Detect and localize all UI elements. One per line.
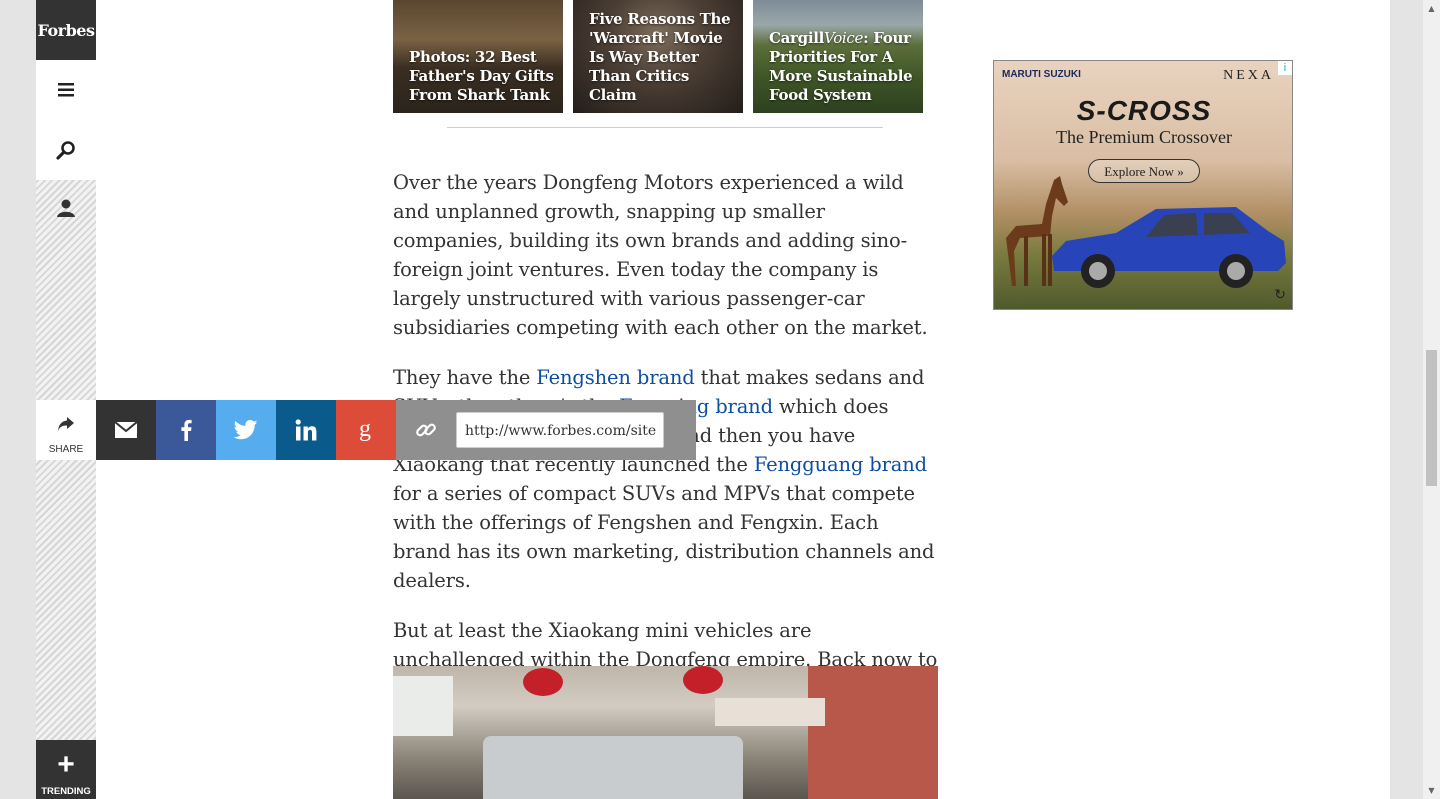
scroll-down-arrow-icon[interactable]: ▼ [1423, 782, 1440, 799]
copy-link-button[interactable] [396, 400, 456, 460]
page-scrollbar[interactable]: ▲ ▼ [1423, 0, 1440, 799]
envelope-icon [115, 422, 137, 438]
share-bar: g http://www.forbes.com/site [96, 400, 696, 460]
email-share-button[interactable] [96, 400, 156, 460]
trending-button[interactable]: + TRENDING [36, 740, 96, 799]
plus-icon: + [57, 748, 75, 781]
hamburger-icon [58, 83, 74, 97]
ad-info-icon[interactable]: i [1278, 61, 1292, 75]
ad-dealer: NEXA [1223, 68, 1274, 83]
linkedin-share-button[interactable] [276, 400, 336, 460]
trending-label: TRENDING [41, 786, 91, 797]
tile-caption: Photos: 32 Best Father's Day Gifts From … [409, 48, 554, 104]
facebook-share-button[interactable] [156, 400, 216, 460]
svg-text:g: g [359, 418, 371, 442]
share-arrow-icon [36, 416, 96, 436]
scrollbar-thumb[interactable] [1426, 350, 1437, 486]
googleplus-share-button[interactable]: g [336, 400, 396, 460]
ad-explore-button[interactable]: Explore Now » [1088, 159, 1200, 183]
share-label: SHARE [48, 444, 84, 455]
related-article-tile[interactable]: Photos: 32 Best Father's Day Gifts From … [393, 0, 563, 113]
user-icon [57, 199, 75, 217]
related-articles: Photos: 32 Best Father's Day Gifts From … [393, 0, 923, 113]
linkedin-icon [295, 419, 317, 441]
facebook-icon [181, 419, 192, 441]
ad-tagline: The Premium Crossover [1056, 127, 1232, 147]
link-icon [416, 423, 436, 437]
advertisement[interactable]: MARUTI SUZUKI NEXA i S-CROSS The Premium… [993, 60, 1293, 310]
menu-button[interactable] [36, 60, 96, 120]
google-plus-icon: g [359, 418, 371, 442]
divider [447, 127, 883, 128]
ad-replay-icon[interactable]: ↻ [1274, 287, 1286, 303]
user-button[interactable] [36, 180, 96, 236]
forbes-logo[interactable]: Forbes [36, 0, 96, 60]
tile-caption: CargillVoice: Four Priorities For A More… [769, 29, 913, 104]
related-article-tile[interactable]: CargillVoice: Four Priorities For A More… [753, 0, 923, 113]
fengshen-brand-link[interactable]: Fengshen brand [536, 366, 694, 389]
tile-caption: Five Reasons The 'Warcraft' Movie Is Way… [589, 10, 731, 104]
ad-brand: MARUTI SUZUKI [1002, 69, 1081, 80]
share-url-container: http://www.forbes.com/site [456, 400, 696, 460]
paragraph: They have the Fengshen brand that makes … [393, 366, 935, 592]
left-sidebar: Forbes SHARE + TRENDING [36, 0, 96, 799]
scroll-up-arrow-icon[interactable]: ▲ [1423, 0, 1440, 17]
twitter-share-button[interactable] [216, 400, 276, 460]
related-article-tile[interactable]: Five Reasons The 'Warcraft' Movie Is Way… [573, 0, 743, 113]
share-url-field[interactable]: http://www.forbes.com/site [456, 412, 664, 448]
twitter-icon [234, 420, 258, 440]
ad-model-name: S-CROSS [1076, 95, 1212, 126]
paragraph: Over the years Dongfeng Motors experienc… [393, 171, 928, 339]
search-icon [56, 141, 75, 160]
search-button[interactable] [36, 120, 96, 180]
share-toggle[interactable]: SHARE [36, 400, 96, 460]
article-photo [393, 666, 938, 799]
fengguang-brand-link[interactable]: Fengguang brand [754, 453, 927, 476]
car-image [1052, 207, 1286, 288]
